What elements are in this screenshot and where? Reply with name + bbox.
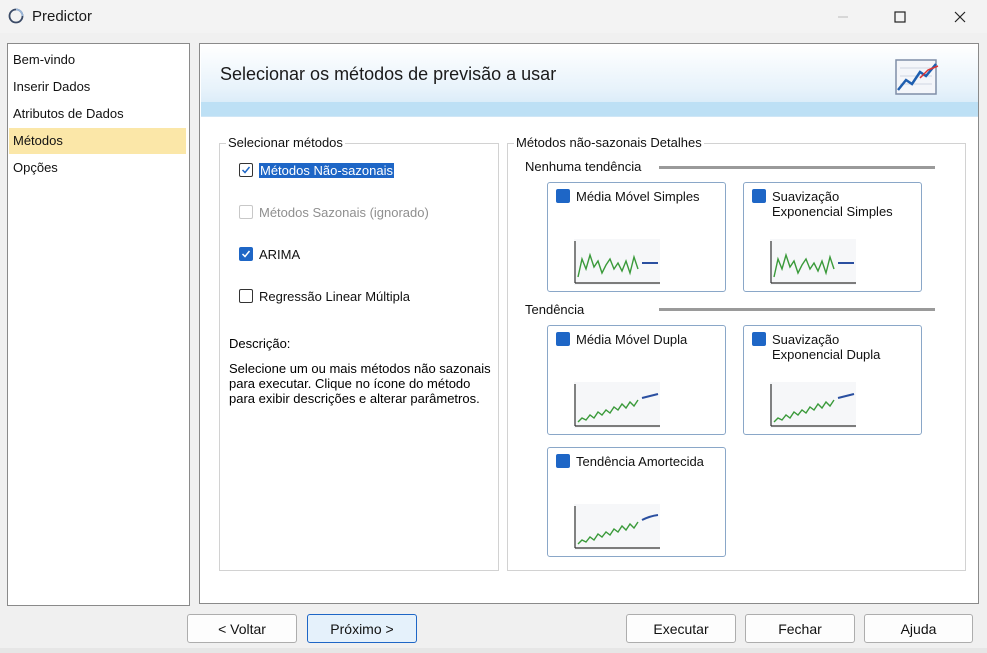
flat-series-chart-icon [770,239,856,285]
trend-series-chart-icon [770,382,856,428]
checkmark-icon [556,332,592,397]
close-icon [954,11,966,22]
help-button[interactable]: Ajuda [864,614,973,643]
checkbox-nao-sazonais[interactable]: Métodos Não-sazonais [239,161,394,179]
trend-label: Tendência [525,302,585,317]
minimize-icon [838,16,848,17]
method-card-media-movel-simples[interactable]: Média Móvel Simples [547,182,726,292]
trend-series-chart-icon [574,382,660,428]
checkbox-tendencia-amortecida[interactable]: Tendência Amortecida [556,454,704,519]
close-window-button[interactable] [937,0,983,33]
next-button[interactable]: Próximo > [307,614,417,643]
method-card-media-movel-dupla[interactable]: Média Móvel Dupla [547,325,726,435]
sidebar-item-inserir-dados[interactable]: Inserir Dados [9,74,186,100]
checkbox-empty-icon [239,289,253,303]
checkmark-icon [752,332,788,397]
checkbox-nao-sazonais-label: Métodos Não-sazonais [259,162,394,178]
trend-divider [659,308,935,311]
method-label: Tendência Amortecida [576,454,704,469]
checkbox-sazonais[interactable]: Métodos Sazonais (ignorado) [239,203,429,221]
description-heading: Descrição: [229,336,291,351]
damped-trend-chart-icon [574,504,660,550]
select-methods-label: Selecionar métodos [226,135,345,150]
checkbox-regressao-label: Regressão Linear Múltipla [259,288,411,304]
checkbox-regressao[interactable]: Regressão Linear Múltipla [239,287,410,305]
no-trend-label: Nenhuma tendência [525,159,642,174]
no-trend-divider [659,166,935,169]
method-label: Média Móvel Dupla [576,332,688,347]
checkmark-icon [752,189,788,254]
method-card-suavizacao-exp-dupla[interactable]: Suavização Exponencial Dupla [743,325,922,435]
checkbox-suavizacao-exp-dupla[interactable]: Suavização Exponencial Dupla [752,332,902,397]
method-label: Média Móvel Simples [576,189,700,204]
checkbox-arima[interactable]: ARIMA [239,245,300,263]
checkbox-media-movel-simples[interactable]: Média Móvel Simples [556,189,700,254]
checkbox-empty-icon [239,205,253,219]
checkbox-media-movel-dupla[interactable]: Média Móvel Dupla [556,332,688,397]
checkbox-sazonais-label: Métodos Sazonais (ignorado) [259,204,429,220]
method-card-suavizacao-exp-simples[interactable]: Suavização Exponencial Simples [743,182,922,292]
flat-series-chart-icon [574,239,660,285]
method-label: Suavização Exponencial Simples [772,189,893,219]
checkbox-suavizacao-exp-simples[interactable]: Suavização Exponencial Simples [752,189,902,254]
close-button[interactable]: Fechar [745,614,855,643]
method-label: Suavização Exponencial Dupla [772,332,881,362]
checkbox-arima-label: ARIMA [259,246,301,262]
app-logo-icon [8,8,24,24]
page-title: Selecionar os métodos de previsão a usar [220,64,557,84]
title-bar: Predictor [0,0,987,33]
back-button[interactable]: < Voltar [187,614,297,643]
sidebar-item-bem-vindo[interactable]: Bem-vindo [9,47,186,73]
forecast-chart-icon [895,59,939,95]
maximize-icon [894,10,906,23]
sidebar-item-atributos[interactable]: Atributos de Dados [9,101,186,127]
checkmark-icon [556,454,592,519]
run-button[interactable]: Executar [626,614,736,643]
sidebar-item-opcoes[interactable]: Opções [9,155,186,181]
checkmark-icon [239,163,253,177]
sidebar-item-metodos[interactable]: Métodos [9,128,186,154]
maximize-button[interactable] [877,0,923,33]
minimize-button[interactable] [820,0,866,33]
header-stripe [201,102,978,116]
details-label: Métodos não-sazonais Detalhes [514,135,704,150]
checkmark-icon [239,247,253,261]
description-text: Selecione um ou mais métodos não sazonai… [229,361,491,406]
sidebar: Bem-vindo Inserir Dados Atributos de Dad… [7,43,190,606]
method-card-tendencia-amortecida[interactable]: Tendência Amortecida [547,447,726,557]
window-title: Predictor [32,8,93,25]
status-strip [0,648,987,653]
checkmark-icon [556,189,592,254]
